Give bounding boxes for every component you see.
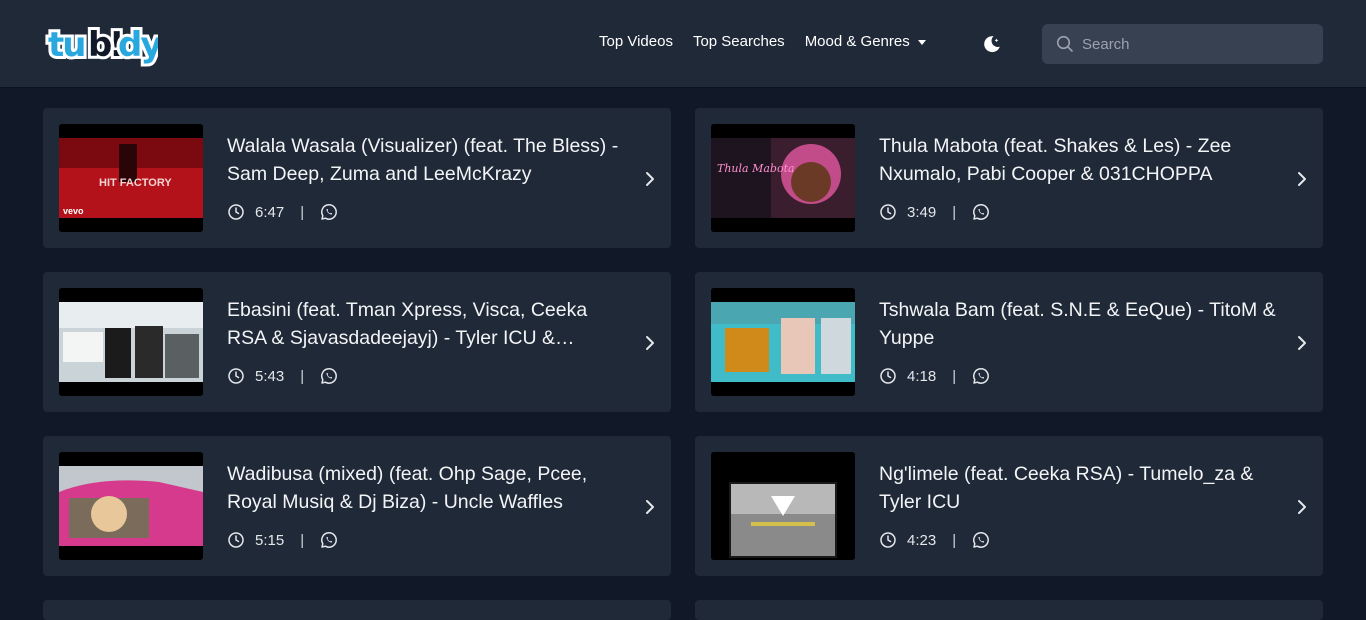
video-duration: 5:43: [255, 367, 285, 385]
nav-mood-genres-dropdown[interactable]: Mood & Genres: [805, 33, 926, 50]
video-title[interactable]: Walala Wasala (Visualizer) (feat. The Bl…: [227, 132, 627, 188]
whatsapp-icon[interactable]: [972, 531, 990, 549]
video-card[interactable]: Tshwala Bam (feat. S.N.E & EeQue) - Tito…: [695, 272, 1323, 412]
video-meta: 4:23 |: [879, 530, 990, 550]
video-title[interactable]: Thula Mabota (feat. Shakes & Les) - Zee …: [879, 132, 1279, 188]
chevron-right-icon[interactable]: [1295, 498, 1309, 516]
chevron-right-icon[interactable]: [643, 498, 657, 516]
clock-icon: [228, 368, 244, 384]
tubidy-logo-icon: tu b ! dy: [45, 22, 158, 68]
svg-text:tu: tu: [48, 25, 84, 65]
search-box: [1042, 24, 1323, 64]
clock-icon: [228, 532, 244, 548]
moon-icon: [984, 36, 1000, 53]
whatsapp-icon[interactable]: [320, 367, 338, 385]
video-title[interactable]: Tshwala Bam (feat. S.N.E & EeQue) - Tito…: [879, 296, 1279, 352]
meta-divider: |: [300, 367, 305, 385]
search-input[interactable]: [1082, 24, 1312, 64]
video-meta: 6:47 |: [227, 202, 338, 222]
meta-divider: |: [300, 203, 305, 221]
video-card[interactable]: Wadibusa (mixed) (feat. Ohp Sage, Pcee, …: [43, 436, 671, 576]
whatsapp-icon[interactable]: [972, 367, 990, 385]
search-icon: [1056, 35, 1073, 52]
video-title[interactable]: Ng'limele (feat. Ceeka RSA) - Tumelo_za …: [879, 460, 1279, 516]
svg-text:dy: dy: [118, 25, 158, 65]
video-thumbnail: [711, 288, 855, 396]
theme-toggle-button[interactable]: [982, 34, 1002, 54]
clock-icon: [880, 368, 896, 384]
video-duration: 4:18: [907, 367, 937, 385]
nav-mood-genres-label: Mood & Genres: [804, 33, 910, 50]
thumb-caption: Thula Mabota: [717, 162, 795, 175]
video-thumbnail: HIT FACTORY vevo: [59, 124, 203, 232]
site-logo[interactable]: tu b ! dy: [44, 20, 158, 68]
video-card[interactable]: HIT FACTORY vevo Walala Wasala (Visualiz…: [43, 108, 671, 248]
whatsapp-icon[interactable]: [972, 203, 990, 221]
nav-top-searches[interactable]: Top Searches: [693, 33, 785, 50]
main-nav: Top Videos Top Searches Mood & Genres: [599, 33, 926, 50]
chevron-right-icon[interactable]: [1295, 170, 1309, 188]
whatsapp-icon[interactable]: [320, 203, 338, 221]
video-thumbnail: [711, 452, 855, 560]
vevo-badge: vevo: [63, 206, 84, 216]
video-duration: 4:23: [907, 531, 937, 549]
video-thumbnail: Thula Mabota: [711, 124, 855, 232]
nav-top-videos[interactable]: Top Videos: [599, 33, 673, 50]
video-card[interactable]: Ebasini (feat. Tman Xpress, Visca, Ceeka…: [43, 272, 671, 412]
meta-divider: |: [952, 203, 957, 221]
meta-divider: |: [952, 367, 957, 385]
video-duration: 6:47: [255, 203, 285, 221]
clock-icon: [880, 532, 896, 548]
video-card[interactable]: Thula Mabota Thula Mabota (feat. Shakes …: [695, 108, 1323, 248]
thumb-caption: HIT FACTORY: [99, 177, 172, 189]
video-card[interactable]: Ng'limele (feat. Ceeka RSA) - Tumelo_za …: [695, 436, 1323, 576]
video-thumbnail: [59, 288, 203, 396]
chevron-right-icon[interactable]: [643, 170, 657, 188]
video-meta: 4:18 |: [879, 366, 990, 386]
meta-divider: |: [952, 531, 957, 549]
video-title[interactable]: Wadibusa (mixed) (feat. Ohp Sage, Pcee, …: [227, 460, 627, 516]
meta-divider: |: [300, 531, 305, 549]
video-meta: 5:43 |: [227, 366, 338, 386]
video-duration: 3:49: [907, 203, 937, 221]
video-title[interactable]: Ebasini (feat. Tman Xpress, Visca, Ceeka…: [227, 296, 627, 352]
chevron-right-icon[interactable]: [643, 334, 657, 352]
video-card-partial[interactable]: [695, 600, 1323, 620]
whatsapp-icon[interactable]: [320, 531, 338, 549]
chevron-right-icon[interactable]: [1295, 334, 1309, 352]
video-meta: 3:49 |: [879, 202, 990, 222]
video-duration: 5:15: [255, 531, 285, 549]
clock-icon: [880, 204, 896, 220]
clock-icon: [228, 204, 244, 220]
video-card-partial[interactable]: [43, 600, 671, 620]
caret-down-icon: [917, 39, 926, 45]
video-meta: 5:15 |: [227, 530, 338, 550]
video-thumbnail: [59, 452, 203, 560]
site-header: tu b ! dy Top Videos Top Searches Mood &…: [0, 0, 1366, 88]
